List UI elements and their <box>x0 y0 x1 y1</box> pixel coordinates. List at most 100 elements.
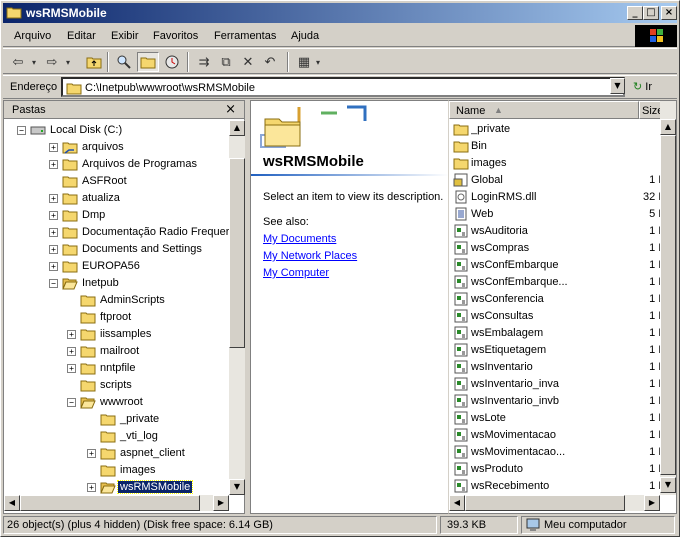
file-row[interactable]: Global1 KB <box>453 172 673 189</box>
undo-icon[interactable]: ↶ <box>259 52 281 72</box>
expand-icon[interactable]: + <box>49 194 58 203</box>
expand-icon[interactable]: + <box>49 245 58 254</box>
folders-icon[interactable] <box>137 52 159 72</box>
scroll-left-icon[interactable]: ◀ <box>4 495 20 511</box>
file-row[interactable]: wsMovimentacao...1 KB <box>453 444 673 461</box>
tree-item[interactable]: + aspnet_client <box>4 445 230 462</box>
file-row[interactable]: images <box>453 155 659 172</box>
scroll-down-icon[interactable]: ▼ <box>660 477 676 493</box>
tree-item[interactable]: − wwwroot <box>4 394 230 411</box>
address-dropdown-button[interactable]: ▼ <box>610 78 625 94</box>
file-row[interactable]: wsEtiquetagem1 KB <box>453 342 673 359</box>
tree-item[interactable]: _vti_log <box>4 428 230 445</box>
up-folder-icon[interactable] <box>83 52 105 72</box>
file-row[interactable]: wsConsultas1 KB <box>453 308 673 325</box>
file-row[interactable]: wsConferencia1 KB <box>453 291 673 308</box>
file-row[interactable]: wsMovimentacao1 KB <box>453 427 673 444</box>
tree-item[interactable]: ASFRoot <box>4 173 230 190</box>
tree-item[interactable]: + Arquivos de Programas <box>4 156 230 173</box>
tree-item[interactable]: + nntpfile <box>4 360 230 377</box>
link-my-documents[interactable]: My Documents <box>263 233 336 245</box>
scroll-thumb[interactable] <box>660 135 676 475</box>
scroll-up-icon[interactable]: ▲ <box>660 119 676 135</box>
scroll-left-icon[interactable]: ◀ <box>449 495 465 511</box>
tree-item[interactable]: scripts <box>4 377 230 394</box>
file-row[interactable]: Bin <box>453 138 659 155</box>
expand-icon[interactable]: + <box>49 160 58 169</box>
tree-item[interactable]: + Dmp <box>4 207 230 224</box>
scroll-thumb[interactable] <box>229 158 245 348</box>
tree-item[interactable]: images <box>4 462 230 479</box>
file-row[interactable]: wsInventario1 KB <box>453 359 673 376</box>
tree-item[interactable]: + Documentação Radio Frequer <box>4 224 230 241</box>
collapse-icon[interactable]: − <box>17 126 26 135</box>
collapse-icon[interactable]: − <box>67 398 76 407</box>
menu-favoritos[interactable]: Favoritos <box>153 30 198 42</box>
scroll-right-icon[interactable]: ▶ <box>644 495 660 511</box>
expand-icon[interactable]: + <box>49 262 58 271</box>
tree-item[interactable]: ftproot <box>4 309 230 326</box>
menu-editar[interactable]: Editar <box>67 30 96 42</box>
expand-icon[interactable]: + <box>67 330 76 339</box>
search-icon[interactable] <box>113 52 135 72</box>
views-icon[interactable]: ▦ <box>293 52 315 72</box>
tree-item[interactable]: + Documents and Settings <box>4 241 230 258</box>
scroll-up-icon[interactable]: ▲ <box>229 120 245 136</box>
maximize-button[interactable]: □ <box>643 6 659 20</box>
tree-item[interactable]: + iissamples <box>4 326 230 343</box>
close-pane-icon[interactable]: × <box>225 102 236 117</box>
column-header-name[interactable]: Name ▲ <box>449 101 639 119</box>
menu-ferramentas[interactable]: Ferramentas <box>214 30 276 42</box>
column-header-size[interactable]: Size <box>639 101 661 119</box>
tree-item[interactable]: + EUROPA56 <box>4 258 230 275</box>
file-row[interactable]: wsConfEmbarque1 KB <box>453 257 673 274</box>
delete-icon[interactable]: ✕ <box>237 52 259 72</box>
filelist-horizontal-scrollbar[interactable]: ◀ ▶ <box>449 495 660 511</box>
tree-item[interactable]: + mailroot <box>4 343 230 360</box>
menu-arquivo[interactable]: Arquivo <box>14 30 51 42</box>
expand-icon[interactable]: + <box>49 211 58 220</box>
address-input[interactable]: C:\Inetpub\wwwroot\wsRMSMobile <box>61 77 625 97</box>
menu-exibir[interactable]: Exibir <box>111 30 139 42</box>
file-row[interactable]: LoginRMS.dll 32 KB <box>453 189 673 206</box>
tree-item[interactable]: AdminScripts <box>4 292 230 309</box>
file-row[interactable]: wsLote1 KB <box>453 410 673 427</box>
views-dropdown-icon[interactable]: ▾ <box>313 52 323 72</box>
close-button[interactable]: × <box>661 6 677 20</box>
move-to-icon[interactable]: ⇉ <box>193 52 215 72</box>
scroll-down-icon[interactable]: ▼ <box>229 479 245 495</box>
file-row[interactable]: Web5 KB <box>453 206 673 223</box>
file-row[interactable]: wsAuditoria1 KB <box>453 223 673 240</box>
tree-item[interactable]: − Local Disk (C:) <box>4 122 230 139</box>
file-row[interactable]: wsEmbalagem1 KB <box>453 325 673 342</box>
link-my-computer[interactable]: My Computer <box>263 267 329 279</box>
forward-icon[interactable]: ⇨ <box>41 52 63 72</box>
forward-dropdown-icon[interactable]: ▾ <box>63 52 73 72</box>
history-icon[interactable] <box>161 52 183 72</box>
file-row[interactable]: wsInventario_invb1 KB <box>453 393 673 410</box>
scroll-right-icon[interactable]: ▶ <box>213 495 229 511</box>
expand-icon[interactable]: + <box>87 449 96 458</box>
tree-horizontal-scrollbar[interactable]: ◀ ▶ <box>4 495 229 511</box>
file-row[interactable]: wsCompras1 KB <box>453 240 673 257</box>
file-row[interactable]: _private <box>453 121 659 138</box>
file-row[interactable]: wsRecebimento1 KB <box>453 478 673 495</box>
file-row[interactable]: wsProduto1 KB <box>453 461 673 478</box>
expand-icon[interactable]: + <box>87 483 96 492</box>
copy-to-icon[interactable]: ⧉ <box>215 52 237 72</box>
tree-item[interactable]: + wsRMSMobile <box>4 479 230 495</box>
tree-item[interactable]: + atualiza <box>4 190 230 207</box>
tree-item[interactable]: _private <box>4 411 230 428</box>
minimize-button[interactable]: _ <box>627 6 643 20</box>
back-icon[interactable]: ⇦ <box>7 52 29 72</box>
expand-icon[interactable]: + <box>67 364 76 373</box>
scroll-thumb[interactable] <box>465 495 625 511</box>
tree-item[interactable]: + arquivos <box>4 139 230 156</box>
file-row[interactable]: wsInventario_inva1 KB <box>453 376 673 393</box>
menu-ajuda[interactable]: Ajuda <box>291 30 319 42</box>
title-bar[interactable]: wsRMSMobile _ □ × <box>3 3 677 23</box>
tree-item[interactable]: − Inetpub <box>4 275 230 292</box>
filelist-vertical-scrollbar[interactable]: ▲ ▼ <box>660 101 676 495</box>
expand-icon[interactable]: + <box>49 228 58 237</box>
scroll-thumb[interactable] <box>20 495 200 511</box>
